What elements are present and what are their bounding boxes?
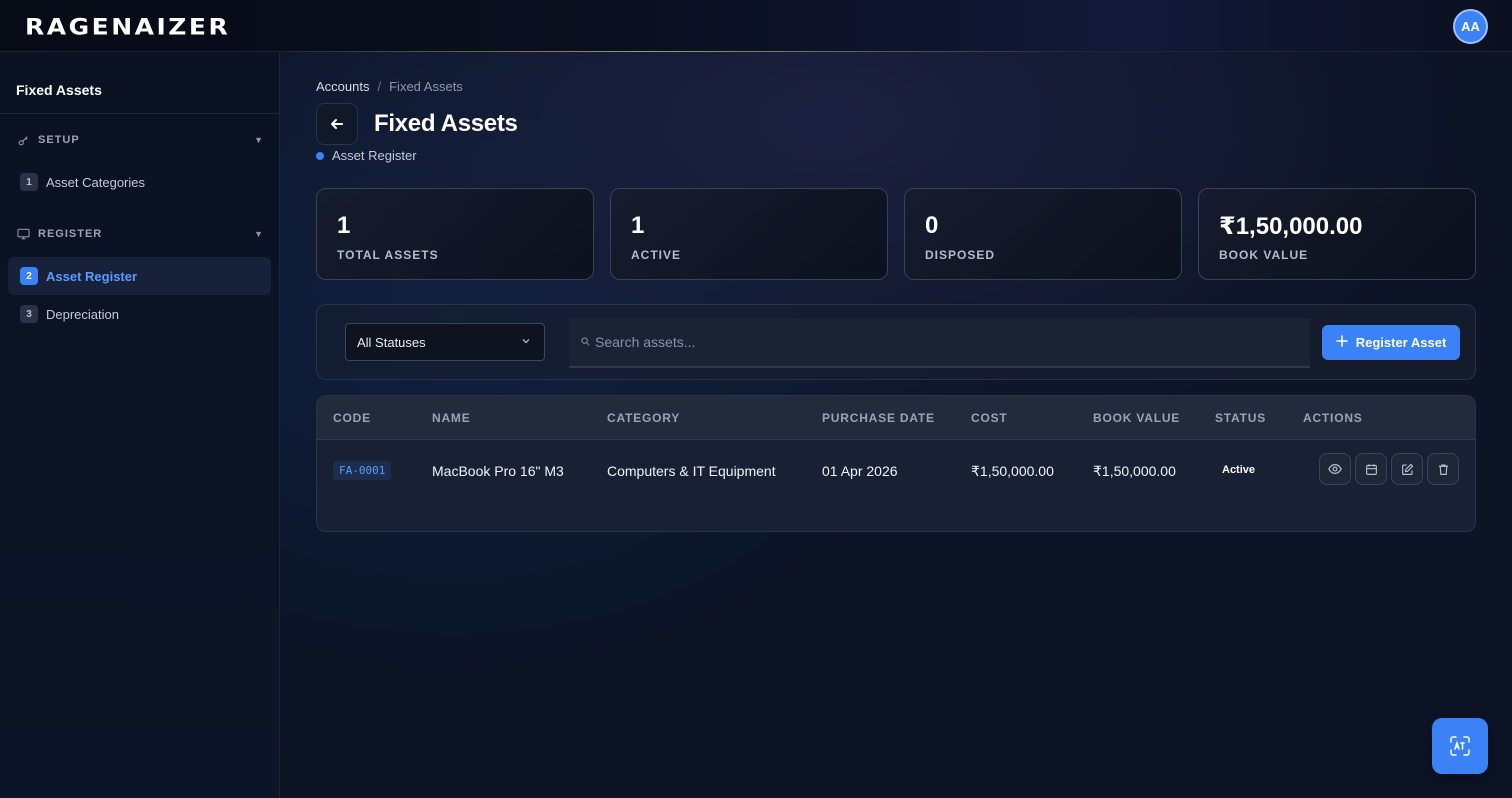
user-avatar[interactable]: AA <box>1453 9 1488 44</box>
column-header-status[interactable]: STATUS <box>1215 411 1266 425</box>
stat-label: DISPOSED <box>925 248 996 262</box>
search-icon <box>581 333 593 351</box>
stat-card-disposed: 0 DISPOSED <box>904 188 1182 280</box>
search-input[interactable] <box>595 334 1295 350</box>
status-filter-select[interactable]: All Statuses <box>345 323 545 361</box>
sidebar-item-label: Asset Categories <box>46 174 145 190</box>
stat-value: 1 <box>337 212 351 239</box>
stat-card-book-value: ₹1,50,000.00 BOOK VALUE <box>1198 188 1476 280</box>
assistant-fab-button[interactable] <box>1432 718 1488 774</box>
top-bar: RAGENAIZER AA <box>0 0 1512 52</box>
column-header-actions: ACTIONS <box>1303 411 1363 425</box>
view-button[interactable] <box>1319 453 1351 485</box>
asset-cost: ₹1,50,000.00 <box>971 463 1054 479</box>
key-icon <box>16 133 30 147</box>
calendar-icon <box>1365 463 1377 475</box>
app-logo[interactable]: RAGENAIZER <box>25 14 230 40</box>
asset-code[interactable]: FA-0001 <box>333 461 392 480</box>
trash-icon <box>1438 463 1448 475</box>
monitor-icon <box>16 227 30 241</box>
breadcrumb: Accounts / Fixed Assets <box>316 79 463 94</box>
column-header-category[interactable]: CATEGORY <box>607 411 680 425</box>
column-header-code[interactable]: CODE <box>333 411 371 425</box>
sidebar: Fixed Assets SETUP ▼ 1 Asset Categories … <box>0 52 280 798</box>
status-select-value: All Statuses <box>357 334 426 350</box>
section-label: SETUP <box>38 134 80 146</box>
arrow-left-icon <box>331 119 343 129</box>
breadcrumb-link-accounts[interactable]: Accounts <box>316 79 369 94</box>
sidebar-title: Fixed Assets <box>16 82 102 98</box>
filter-bar: All Statuses Register Asset <box>316 304 1476 380</box>
eye-icon <box>1328 464 1342 474</box>
sidebar-item-asset-register[interactable]: 2 Asset Register <box>8 257 271 295</box>
column-header-purchase-date[interactable]: PURCHASE DATE <box>822 411 935 425</box>
stat-label: TOTAL ASSETS <box>337 248 439 262</box>
page-subtitle: Asset Register <box>316 148 417 163</box>
sidebar-section-setup[interactable]: SETUP ▼ <box>16 130 263 150</box>
table-header: CODE NAME CATEGORY PURCHASE DATE COST BO… <box>317 396 1475 440</box>
register-asset-button[interactable]: Register Asset <box>1322 325 1460 360</box>
asset-name: MacBook Pro 16" M3 <box>432 463 564 479</box>
stat-label: BOOK VALUE <box>1219 248 1309 262</box>
stat-card-active: 1 ACTIVE <box>610 188 888 280</box>
breadcrumb-current: Fixed Assets <box>389 79 463 94</box>
edit-button[interactable] <box>1391 453 1423 485</box>
stat-label: ACTIVE <box>631 248 682 262</box>
item-number: 2 <box>20 267 38 285</box>
sidebar-divider <box>0 113 279 114</box>
assets-table: CODE NAME CATEGORY PURCHASE DATE COST BO… <box>316 395 1476 532</box>
delete-button[interactable] <box>1427 453 1459 485</box>
status-badge: Active <box>1222 464 1256 476</box>
register-asset-label: Register Asset <box>1355 335 1447 350</box>
back-button[interactable] <box>316 103 358 145</box>
asset-category: Computers & IT Equipment <box>607 463 776 479</box>
sidebar-item-label: Depreciation <box>46 306 119 322</box>
top-bar-glow <box>280 51 1092 52</box>
column-header-book-value[interactable]: BOOK VALUE <box>1093 411 1180 425</box>
stat-card-total-assets: 1 TOTAL ASSETS <box>316 188 594 280</box>
chevron-down-icon <box>520 335 532 350</box>
schedule-button[interactable] <box>1355 453 1387 485</box>
sidebar-item-asset-categories[interactable]: 1 Asset Categories <box>8 163 271 201</box>
stat-value: ₹1,50,000.00 <box>1219 213 1363 240</box>
page-title: Fixed Assets <box>374 110 518 137</box>
plus-icon <box>1335 335 1348 350</box>
column-header-name[interactable]: NAME <box>432 411 471 425</box>
stat-value: 0 <box>925 212 939 239</box>
caret-down-icon[interactable]: ▼ <box>254 229 263 239</box>
caret-down-icon[interactable]: ▼ <box>254 135 263 145</box>
column-header-cost[interactable]: COST <box>971 411 1008 425</box>
breadcrumb-separator: / <box>377 79 382 94</box>
section-label: REGISTER <box>38 228 103 240</box>
stat-value: 1 <box>631 212 645 239</box>
sidebar-section-register[interactable]: REGISTER ▼ <box>16 224 263 244</box>
sidebar-item-depreciation[interactable]: 3 Depreciation <box>8 295 271 333</box>
item-number: 3 <box>20 305 38 323</box>
subtitle-text: Asset Register <box>332 148 417 163</box>
asset-purchase-date: 01 Apr 2026 <box>822 463 898 479</box>
status-dot <box>316 151 324 160</box>
sidebar-item-label: Asset Register <box>46 268 138 284</box>
item-number: 1 <box>20 173 38 191</box>
edit-icon <box>1401 463 1413 475</box>
asset-book-value: ₹1,50,000.00 <box>1093 463 1176 479</box>
search-box <box>569 318 1310 368</box>
ai-assistant-icon <box>1450 736 1470 756</box>
